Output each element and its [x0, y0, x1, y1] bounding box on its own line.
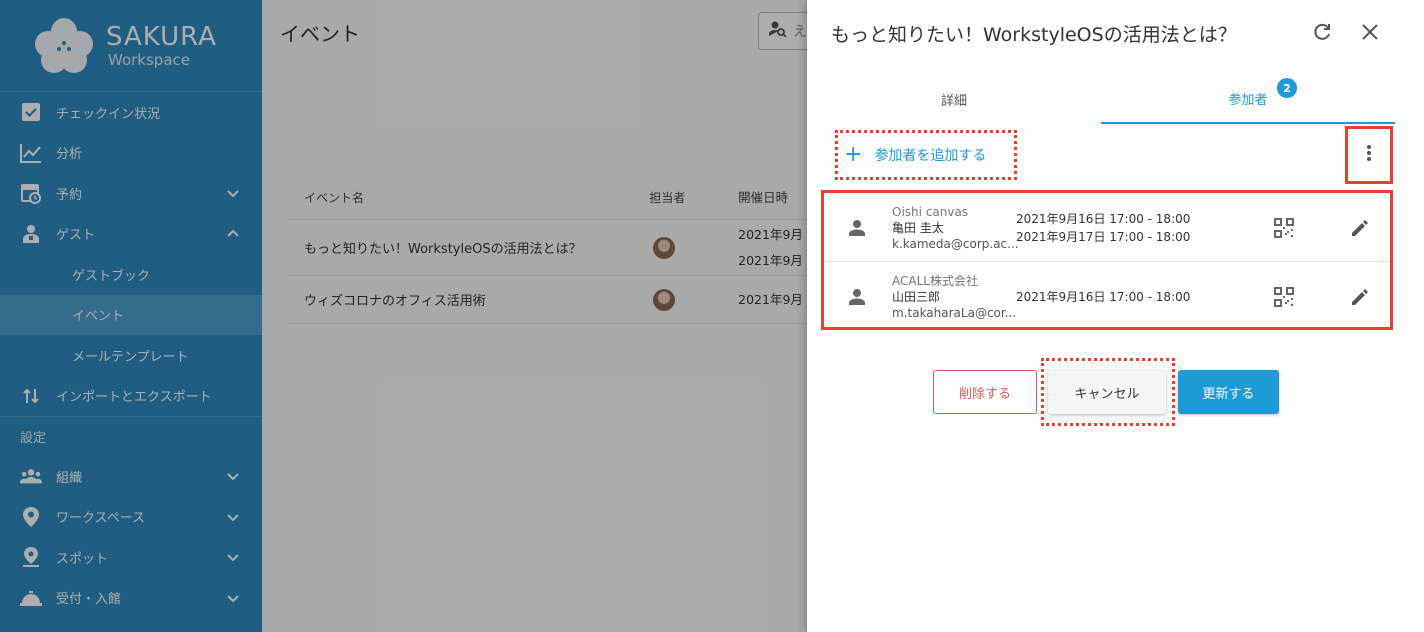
event-detail-panel: もっと知りたい！WorkstyleOSの活用法とは？ 詳細 参加者 2 + 参加…: [807, 0, 1424, 632]
person-icon: [846, 217, 868, 239]
participant-list: Oishi canvas 亀田 圭太 k.kameda@corp.ac... 2…: [821, 190, 1393, 330]
delete-button[interactable]: 削除する: [933, 370, 1037, 414]
participant-email: k.kameda@corp.ac...: [892, 237, 1019, 251]
add-participant-button[interactable]: + 参加者を追加する: [835, 130, 1017, 180]
tab-participants[interactable]: 参加者 2: [1101, 74, 1395, 124]
more-options-button[interactable]: [1345, 126, 1393, 184]
edit-pencil-icon[interactable]: [1349, 217, 1371, 239]
list-item[interactable]: ACALL株式会社 山田三郎 m.takaharaLa@cor... 2021年…: [824, 263, 1390, 330]
tab-details[interactable]: 詳細: [807, 74, 1101, 124]
dialog-actions: 削除する キャンセル 更新する: [807, 358, 1424, 426]
plus-icon: +: [844, 142, 863, 167]
add-participant-label: 参加者を追加する: [874, 148, 987, 164]
participant-org: ACALL株式会社: [892, 273, 978, 288]
person-icon: [846, 286, 868, 308]
cancel-button[interactable]: キャンセル: [1048, 370, 1166, 414]
participant-email: m.takaharaLa@cor...: [892, 305, 1017, 320]
qr-code-icon[interactable]: [1274, 218, 1294, 238]
participant-name: 亀田 圭太: [892, 221, 944, 235]
more-vert-icon: [1366, 144, 1372, 166]
list-item[interactable]: Oishi canvas 亀田 圭太 k.kameda@corp.ac... 2…: [824, 195, 1390, 262]
participant-count-badge: 2: [1277, 78, 1297, 98]
update-button[interactable]: 更新する: [1178, 370, 1279, 414]
participant-dates: 2021年9月16日 17:00 - 18:00: [1016, 289, 1191, 304]
refresh-icon[interactable]: [1310, 20, 1334, 44]
panel-title: もっと知りたい！WorkstyleOSの活用法とは？: [831, 24, 1237, 46]
participant-dates: 2021年9月16日 17:00 - 18:00 2021年9月17日 17:0…: [1016, 212, 1191, 244]
edit-pencil-icon[interactable]: [1349, 286, 1371, 308]
panel-tabs: 詳細 参加者 2: [807, 74, 1395, 124]
participant-org: Oishi canvas: [892, 205, 969, 219]
participant-name: 山田三郎: [892, 289, 941, 304]
close-icon[interactable]: [1358, 20, 1382, 44]
qr-code-icon[interactable]: [1274, 286, 1294, 307]
